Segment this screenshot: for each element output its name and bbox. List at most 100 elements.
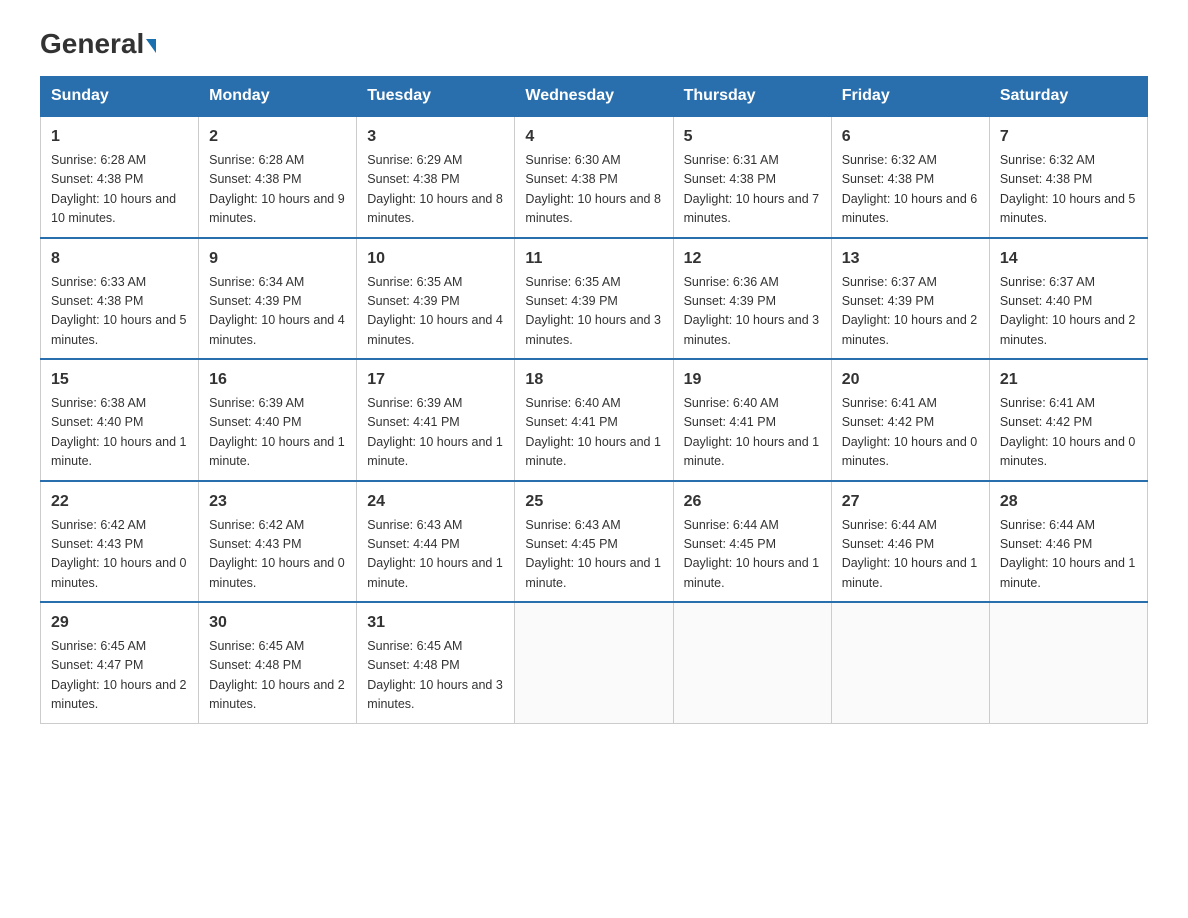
day-number: 22 bbox=[51, 490, 188, 514]
daylight-label: Daylight: 10 hours and 1 minute. bbox=[51, 435, 187, 468]
calendar-cell bbox=[673, 602, 831, 723]
calendar-week-3: 15 Sunrise: 6:38 AM Sunset: 4:40 PM Dayl… bbox=[41, 359, 1148, 481]
calendar-cell: 20 Sunrise: 6:41 AM Sunset: 4:42 PM Dayl… bbox=[831, 359, 989, 481]
sunset-label: Sunset: 4:39 PM bbox=[209, 294, 301, 308]
calendar-cell: 6 Sunrise: 6:32 AM Sunset: 4:38 PM Dayli… bbox=[831, 116, 989, 238]
daylight-label: Daylight: 10 hours and 10 minutes. bbox=[51, 192, 176, 225]
day-number: 6 bbox=[842, 125, 979, 149]
day-info: Sunrise: 6:43 AM Sunset: 4:44 PM Dayligh… bbox=[367, 516, 504, 594]
daylight-label: Daylight: 10 hours and 3 minutes. bbox=[525, 313, 661, 346]
calendar-cell: 29 Sunrise: 6:45 AM Sunset: 4:47 PM Dayl… bbox=[41, 602, 199, 723]
header-friday: Friday bbox=[831, 77, 989, 117]
sunset-label: Sunset: 4:47 PM bbox=[51, 658, 143, 672]
day-number: 16 bbox=[209, 368, 346, 392]
calendar-cell: 18 Sunrise: 6:40 AM Sunset: 4:41 PM Dayl… bbox=[515, 359, 673, 481]
sunrise-label: Sunrise: 6:28 AM bbox=[209, 153, 304, 167]
day-info: Sunrise: 6:45 AM Sunset: 4:48 PM Dayligh… bbox=[367, 637, 504, 715]
sunrise-label: Sunrise: 6:44 AM bbox=[1000, 518, 1095, 532]
sunset-label: Sunset: 4:38 PM bbox=[51, 172, 143, 186]
day-number: 4 bbox=[525, 125, 662, 149]
calendar-table: SundayMondayTuesdayWednesdayThursdayFrid… bbox=[40, 76, 1148, 724]
sunrise-label: Sunrise: 6:37 AM bbox=[1000, 275, 1095, 289]
day-info: Sunrise: 6:33 AM Sunset: 4:38 PM Dayligh… bbox=[51, 273, 188, 351]
day-info: Sunrise: 6:40 AM Sunset: 4:41 PM Dayligh… bbox=[684, 394, 821, 472]
daylight-label: Daylight: 10 hours and 0 minutes. bbox=[209, 556, 345, 589]
daylight-label: Daylight: 10 hours and 0 minutes. bbox=[51, 556, 187, 589]
daylight-label: Daylight: 10 hours and 1 minute. bbox=[684, 435, 820, 468]
sunrise-label: Sunrise: 6:32 AM bbox=[1000, 153, 1095, 167]
sunset-label: Sunset: 4:40 PM bbox=[1000, 294, 1092, 308]
day-info: Sunrise: 6:35 AM Sunset: 4:39 PM Dayligh… bbox=[367, 273, 504, 351]
day-info: Sunrise: 6:45 AM Sunset: 4:48 PM Dayligh… bbox=[209, 637, 346, 715]
calendar-cell: 15 Sunrise: 6:38 AM Sunset: 4:40 PM Dayl… bbox=[41, 359, 199, 481]
daylight-label: Daylight: 10 hours and 4 minutes. bbox=[367, 313, 503, 346]
day-number: 17 bbox=[367, 368, 504, 392]
sunrise-label: Sunrise: 6:44 AM bbox=[684, 518, 779, 532]
day-number: 28 bbox=[1000, 490, 1137, 514]
daylight-label: Daylight: 10 hours and 1 minute. bbox=[209, 435, 345, 468]
sunset-label: Sunset: 4:48 PM bbox=[367, 658, 459, 672]
day-number: 1 bbox=[51, 125, 188, 149]
day-number: 26 bbox=[684, 490, 821, 514]
daylight-label: Daylight: 10 hours and 2 minutes. bbox=[209, 678, 345, 711]
sunrise-label: Sunrise: 6:45 AM bbox=[367, 639, 462, 653]
daylight-label: Daylight: 10 hours and 1 minute. bbox=[842, 556, 978, 589]
sunset-label: Sunset: 4:38 PM bbox=[684, 172, 776, 186]
day-number: 27 bbox=[842, 490, 979, 514]
sunrise-label: Sunrise: 6:40 AM bbox=[525, 396, 620, 410]
sunset-label: Sunset: 4:39 PM bbox=[367, 294, 459, 308]
calendar-cell: 19 Sunrise: 6:40 AM Sunset: 4:41 PM Dayl… bbox=[673, 359, 831, 481]
day-info: Sunrise: 6:35 AM Sunset: 4:39 PM Dayligh… bbox=[525, 273, 662, 351]
sunset-label: Sunset: 4:41 PM bbox=[367, 415, 459, 429]
day-number: 13 bbox=[842, 247, 979, 271]
sunrise-label: Sunrise: 6:37 AM bbox=[842, 275, 937, 289]
daylight-label: Daylight: 10 hours and 4 minutes. bbox=[209, 313, 345, 346]
day-info: Sunrise: 6:41 AM Sunset: 4:42 PM Dayligh… bbox=[842, 394, 979, 472]
day-number: 8 bbox=[51, 247, 188, 271]
day-info: Sunrise: 6:43 AM Sunset: 4:45 PM Dayligh… bbox=[525, 516, 662, 594]
daylight-label: Daylight: 10 hours and 0 minutes. bbox=[842, 435, 978, 468]
sunset-label: Sunset: 4:40 PM bbox=[209, 415, 301, 429]
day-number: 30 bbox=[209, 611, 346, 635]
sunrise-label: Sunrise: 6:45 AM bbox=[209, 639, 304, 653]
day-number: 12 bbox=[684, 247, 821, 271]
calendar-cell: 2 Sunrise: 6:28 AM Sunset: 4:38 PM Dayli… bbox=[199, 116, 357, 238]
day-number: 5 bbox=[684, 125, 821, 149]
sunset-label: Sunset: 4:38 PM bbox=[367, 172, 459, 186]
calendar-header-row: SundayMondayTuesdayWednesdayThursdayFrid… bbox=[41, 77, 1148, 117]
calendar-cell: 21 Sunrise: 6:41 AM Sunset: 4:42 PM Dayl… bbox=[989, 359, 1147, 481]
logo-triangle-icon bbox=[146, 39, 156, 53]
calendar-cell: 25 Sunrise: 6:43 AM Sunset: 4:45 PM Dayl… bbox=[515, 481, 673, 603]
sunset-label: Sunset: 4:40 PM bbox=[51, 415, 143, 429]
daylight-label: Daylight: 10 hours and 6 minutes. bbox=[842, 192, 978, 225]
daylight-label: Daylight: 10 hours and 5 minutes. bbox=[51, 313, 187, 346]
sunset-label: Sunset: 4:44 PM bbox=[367, 537, 459, 551]
day-number: 24 bbox=[367, 490, 504, 514]
sunrise-label: Sunrise: 6:45 AM bbox=[51, 639, 146, 653]
calendar-cell: 22 Sunrise: 6:42 AM Sunset: 4:43 PM Dayl… bbox=[41, 481, 199, 603]
sunset-label: Sunset: 4:41 PM bbox=[525, 415, 617, 429]
sunrise-label: Sunrise: 6:32 AM bbox=[842, 153, 937, 167]
day-info: Sunrise: 6:44 AM Sunset: 4:46 PM Dayligh… bbox=[1000, 516, 1137, 594]
day-info: Sunrise: 6:32 AM Sunset: 4:38 PM Dayligh… bbox=[842, 151, 979, 229]
day-number: 31 bbox=[367, 611, 504, 635]
calendar-cell: 23 Sunrise: 6:42 AM Sunset: 4:43 PM Dayl… bbox=[199, 481, 357, 603]
sunrise-label: Sunrise: 6:35 AM bbox=[367, 275, 462, 289]
day-number: 25 bbox=[525, 490, 662, 514]
sunrise-label: Sunrise: 6:30 AM bbox=[525, 153, 620, 167]
header-saturday: Saturday bbox=[989, 77, 1147, 117]
sunset-label: Sunset: 4:39 PM bbox=[684, 294, 776, 308]
day-info: Sunrise: 6:44 AM Sunset: 4:46 PM Dayligh… bbox=[842, 516, 979, 594]
day-number: 10 bbox=[367, 247, 504, 271]
calendar-week-5: 29 Sunrise: 6:45 AM Sunset: 4:47 PM Dayl… bbox=[41, 602, 1148, 723]
calendar-cell: 14 Sunrise: 6:37 AM Sunset: 4:40 PM Dayl… bbox=[989, 238, 1147, 360]
sunrise-label: Sunrise: 6:31 AM bbox=[684, 153, 779, 167]
calendar-cell: 3 Sunrise: 6:29 AM Sunset: 4:38 PM Dayli… bbox=[357, 116, 515, 238]
day-info: Sunrise: 6:42 AM Sunset: 4:43 PM Dayligh… bbox=[209, 516, 346, 594]
daylight-label: Daylight: 10 hours and 8 minutes. bbox=[367, 192, 503, 225]
calendar-cell: 16 Sunrise: 6:39 AM Sunset: 4:40 PM Dayl… bbox=[199, 359, 357, 481]
day-number: 2 bbox=[209, 125, 346, 149]
sunrise-label: Sunrise: 6:29 AM bbox=[367, 153, 462, 167]
daylight-label: Daylight: 10 hours and 1 minute. bbox=[367, 556, 503, 589]
calendar-cell: 9 Sunrise: 6:34 AM Sunset: 4:39 PM Dayli… bbox=[199, 238, 357, 360]
